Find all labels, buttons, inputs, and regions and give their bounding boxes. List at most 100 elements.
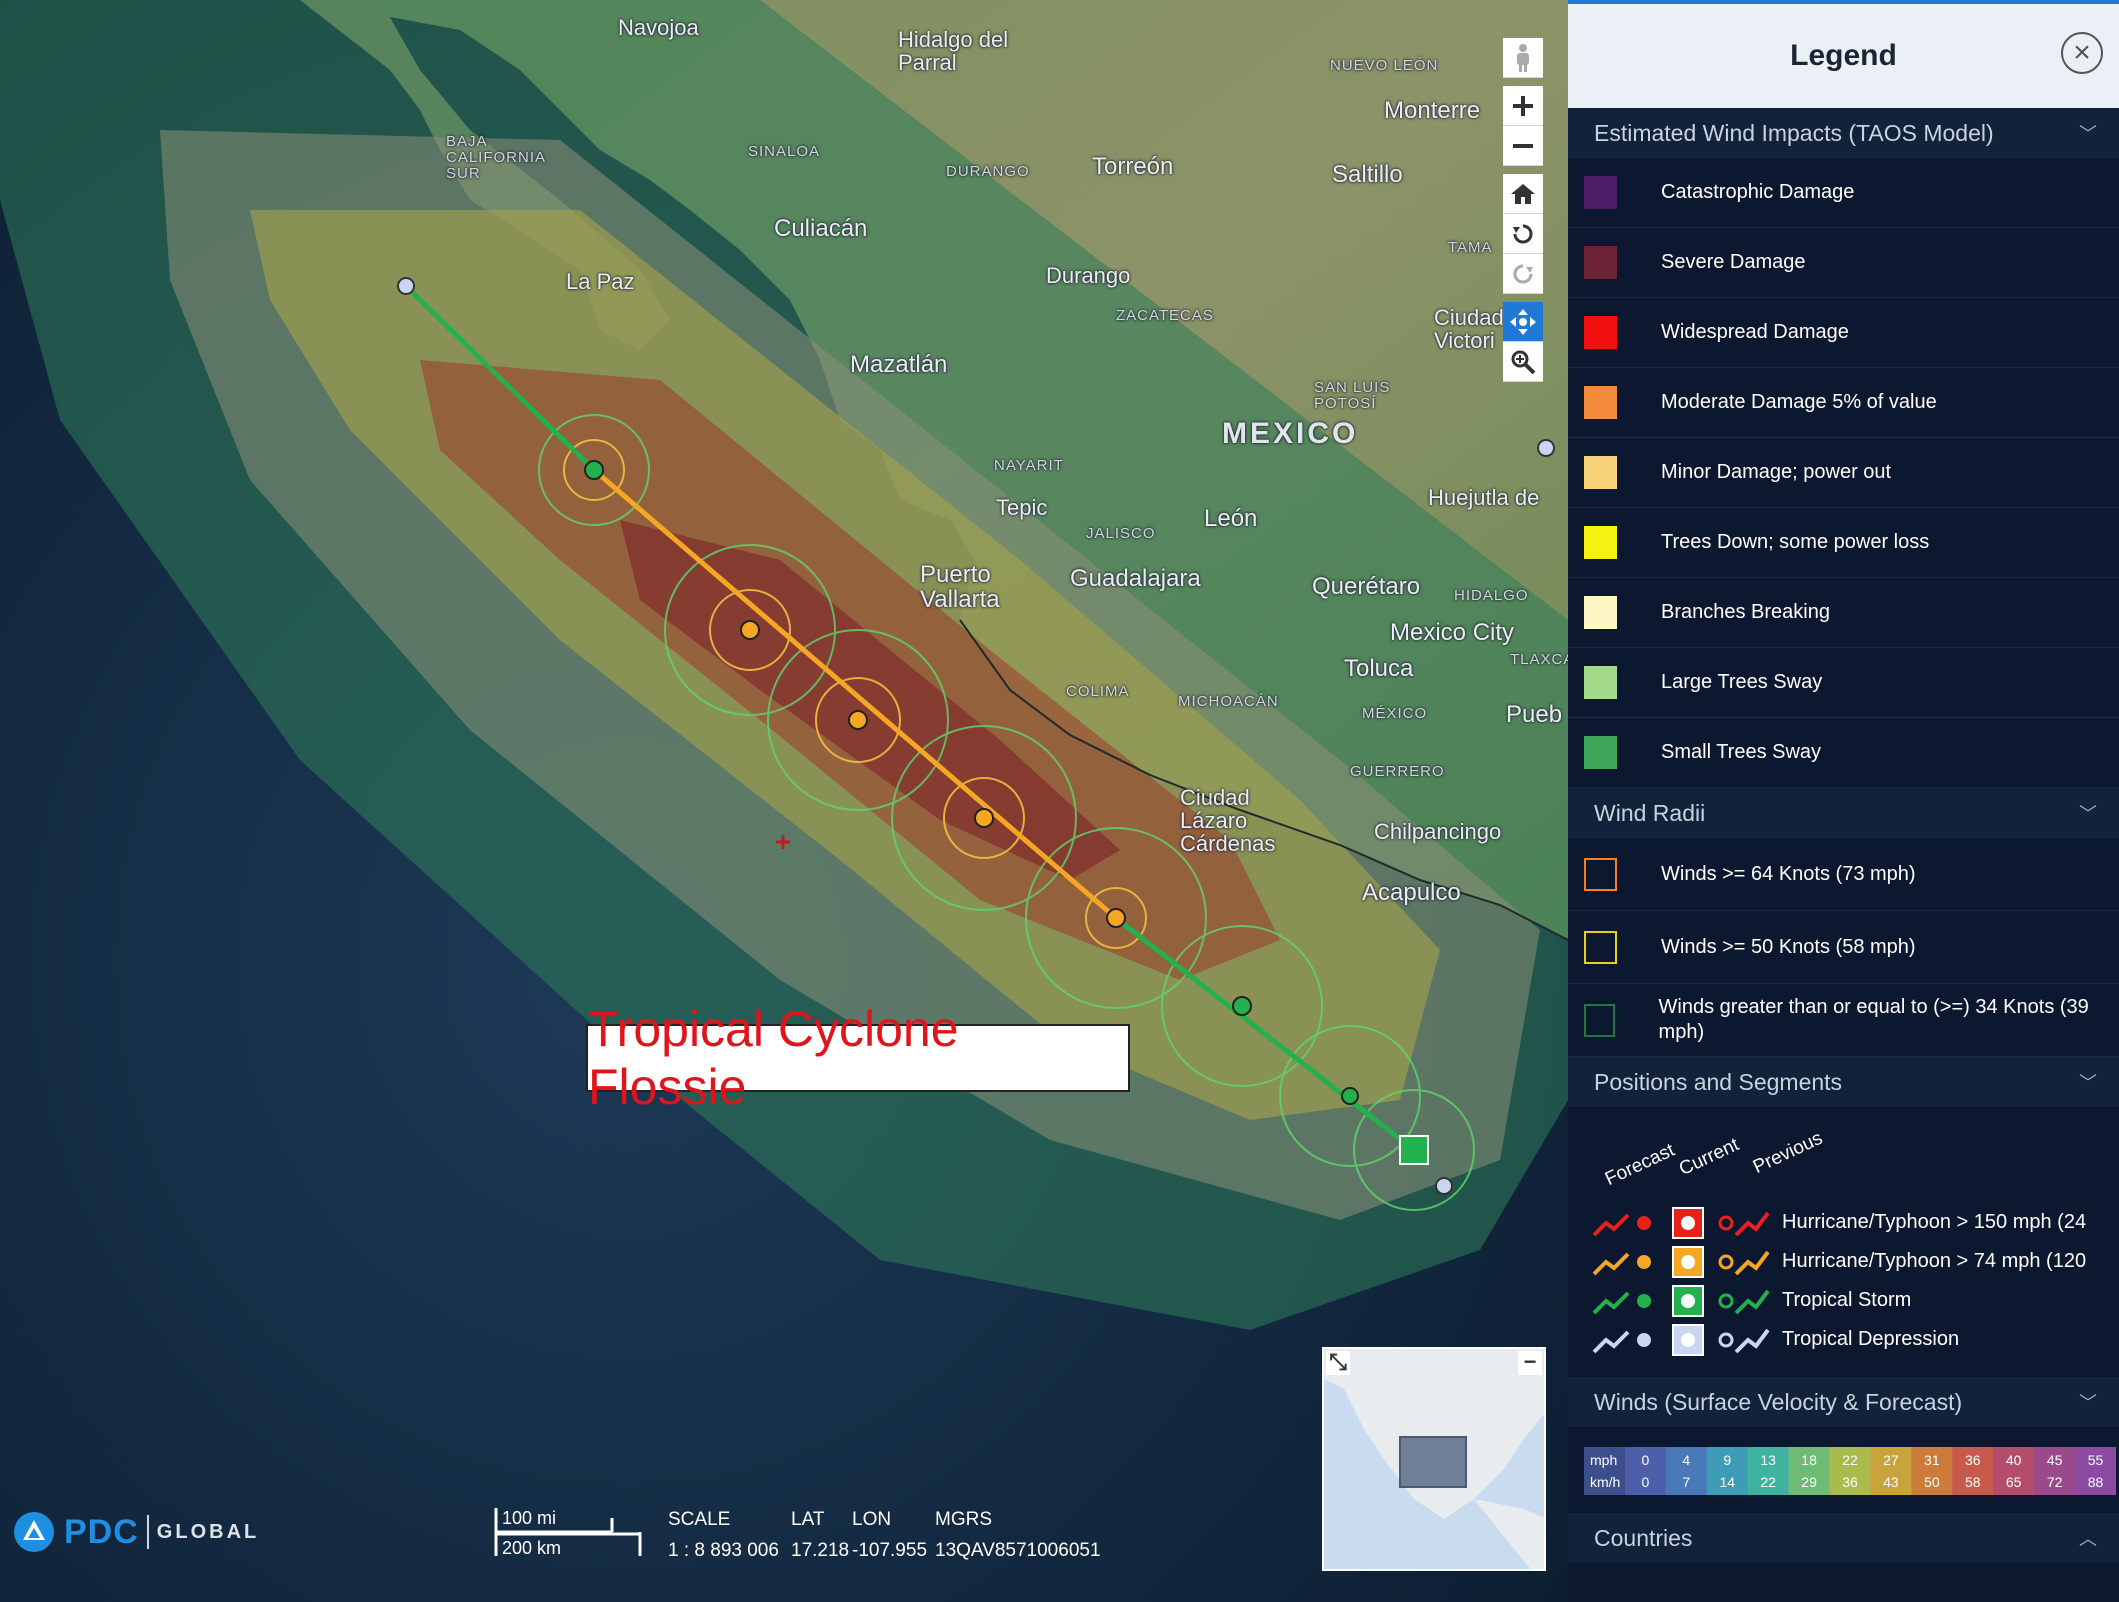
- outline-swatch: [1584, 1003, 1615, 1037]
- legend-item-label: Small Trees Sway: [1661, 741, 1822, 763]
- home-icon[interactable]: [1503, 174, 1543, 214]
- lon-label: LON: [852, 1509, 892, 1530]
- legend-item-wind-radii: Winds greater than or equal to (>=) 34 K…: [1568, 984, 2119, 1057]
- mph-value: 4: [1682, 1452, 1690, 1468]
- chevron-down-icon[interactable]: ﹀: [2079, 1069, 2097, 1095]
- place-label-ciudad-victoria: Ciudad Victori: [1434, 305, 1504, 354]
- place-label-huejutla: Huejutla de: [1428, 485, 1540, 510]
- collapse-minimap-icon[interactable]: −: [1518, 1351, 1542, 1375]
- positions-row-label: Hurricane/Typhoon > 74 mph (120: [1782, 1250, 2087, 1272]
- previous-segment-icon: [1718, 1289, 1770, 1315]
- section-wind-radii[interactable]: Wind Radii ﹀: [1568, 788, 2119, 838]
- forecast-segment-icon: [1592, 1291, 1651, 1315]
- chevron-down-icon[interactable]: ﹀: [2079, 120, 2097, 146]
- pdc-logo-icon: [14, 1512, 54, 1552]
- legend-item-label: Branches Breaking: [1661, 601, 1830, 623]
- section-countries[interactable]: Countries ︿: [1568, 1513, 2119, 1563]
- pan-icon[interactable]: [1503, 302, 1543, 342]
- section-winds[interactable]: Winds (Surface Velocity & Forecast) ﹀: [1568, 1377, 2119, 1427]
- legend-item-wind-radii: Winds >= 64 Knots (73 mph): [1568, 838, 2119, 911]
- header-previous: Previous: [1750, 1127, 1826, 1179]
- mph-value: 36: [1965, 1452, 1981, 1468]
- winds-scale-panel: mph km/h 0 0 4 7 9 14 13 22 18 29 22 36 27 43 31 50 36 58 40…: [1568, 1427, 2119, 1513]
- place-label-tepic: Tepic: [996, 495, 1048, 520]
- place-label-navojoa: Navojoa: [618, 15, 699, 40]
- mgrs-label: MGRS: [935, 1509, 992, 1530]
- legend-item-wind-impact: Trees Down; some power loss: [1568, 508, 2119, 578]
- current-position-icon: [1672, 1207, 1704, 1239]
- kmh-label: km/h: [1590, 1474, 1620, 1490]
- map-view[interactable]: Navojoa Hidalgo del Parral NUEVO LEÓN Monte…: [0, 0, 1568, 1602]
- chevron-up-icon[interactable]: ︿: [2079, 1525, 2097, 1551]
- pdc-logo-text: PDC: [64, 1512, 139, 1551]
- winds-color-scale: mph km/h 0 0 4 7 9 14 13 22 18 29 22 36 27 43 31 50 36 58 40…: [1584, 1447, 2116, 1495]
- mph-value: 18: [1801, 1452, 1817, 1468]
- overview-minimap[interactable]: ⤡ −: [1322, 1347, 1546, 1571]
- place-label-guadalajara: Guadalajara: [1070, 565, 1201, 592]
- wind-impacts-list: Catastrophic Damage Severe Damage Widespre…: [1568, 158, 2119, 788]
- place-label-mexico: MEXICO: [1222, 417, 1359, 450]
- chevron-down-icon[interactable]: ﹀: [2079, 800, 2097, 826]
- place-label-mexico-city: Mexico City: [1390, 619, 1515, 646]
- rotate-right-icon[interactable]: [1503, 254, 1543, 294]
- legend-item-wind-radii: Winds >= 50 Knots (58 mph): [1568, 911, 2119, 984]
- street-view-icon[interactable]: [1503, 38, 1543, 78]
- place-label-lazaro: Ciudad Lázaro Cárdenas: [1180, 785, 1276, 857]
- outline-swatch: [1584, 857, 1617, 891]
- section-title: Countries: [1594, 1524, 1693, 1551]
- previous-segment-icon: [1718, 1250, 1770, 1276]
- place-label-mazatlan: Mazatlán: [850, 351, 948, 378]
- kmh-value: 58: [1965, 1474, 1981, 1490]
- section-title: Positions and Segments: [1594, 1068, 1843, 1095]
- positions-row: Tropical Depression: [1568, 1324, 2119, 1360]
- legend-item-wind-impact: Small Trees Sway: [1568, 718, 2119, 788]
- legend-item-label: Severe Damage: [1661, 251, 1806, 273]
- storm-name-label: Tropical Cyclone Flossie: [586, 1001, 1130, 1115]
- mph-value: 40: [2006, 1452, 2022, 1468]
- place-label-nayarit: NAYARIT: [994, 457, 1064, 474]
- place-label-hidalgo-st: HIDALGO: [1454, 587, 1529, 604]
- place-label-zacatecas: ZACATECAS: [1116, 307, 1214, 324]
- zoom-out-icon[interactable]: [1503, 126, 1543, 166]
- positions-row-label: Hurricane/Typhoon > 150 mph (24: [1782, 1211, 2087, 1233]
- place-label-puerto-vallarta: Puerto Vallarta: [920, 561, 1000, 614]
- color-swatch: [1584, 176, 1617, 209]
- place-label-durango-st: DURANGO: [946, 163, 1030, 180]
- legend-item-wind-impact: Branches Breaking: [1568, 578, 2119, 648]
- mph-value: 45: [2047, 1452, 2063, 1468]
- logo-divider: [146, 1515, 149, 1549]
- legend-item-label: Catastrophic Damage: [1661, 181, 1855, 203]
- legend-item-wind-impact: Large Trees Sway: [1568, 648, 2119, 718]
- expand-minimap-icon[interactable]: ⤡: [1326, 1351, 1350, 1375]
- header-forecast: Forecast: [1602, 1139, 1678, 1191]
- legend-item-wind-impact: Catastrophic Damage: [1568, 158, 2119, 228]
- scale-miles: 100 mi: [502, 1508, 557, 1528]
- zoom-in-icon[interactable]: [1503, 86, 1543, 126]
- kmh-value: 22: [1760, 1474, 1776, 1490]
- zoom-box-icon[interactable]: [1503, 342, 1543, 382]
- scale-label: SCALE: [668, 1509, 731, 1530]
- section-wind-impacts[interactable]: Estimated Wind Impacts (TAOS Model) ﹀: [1568, 108, 2119, 158]
- current-position-icon: [1672, 1324, 1704, 1356]
- forecast-segment-icon: [1592, 1252, 1651, 1276]
- positions-row: Hurricane/Typhoon > 150 mph (24: [1568, 1207, 2119, 1243]
- section-positions[interactable]: Positions and Segments ﹀: [1568, 1057, 2119, 1107]
- lat-value: 17.218: [791, 1540, 850, 1561]
- close-icon[interactable]: ×: [2061, 32, 2103, 74]
- lat-label: LAT: [791, 1509, 825, 1530]
- place-label-jalisco: JALISCO: [1086, 525, 1156, 542]
- place-label-colima: COLIMA: [1066, 683, 1130, 700]
- positions-row-label: Tropical Depression: [1782, 1328, 1960, 1350]
- chevron-down-icon[interactable]: ﹀: [2079, 1389, 2097, 1415]
- map-toolbar: [1503, 38, 1543, 382]
- place-label-saltillo: Saltillo: [1332, 161, 1403, 188]
- positions-row-label: Tropical Storm: [1782, 1289, 1912, 1311]
- scale-km: 200 km: [502, 1538, 562, 1558]
- positions-row: Tropical Storm: [1568, 1285, 2119, 1321]
- place-label-tama: TAMA: [1448, 239, 1493, 256]
- kmh-value: 36: [1842, 1474, 1858, 1490]
- kmh-value: 14: [1719, 1474, 1735, 1490]
- rotate-left-icon[interactable]: [1503, 214, 1543, 254]
- place-label-michoacan: MICHOACÁN: [1178, 693, 1279, 710]
- kmh-value: 72: [2047, 1474, 2063, 1490]
